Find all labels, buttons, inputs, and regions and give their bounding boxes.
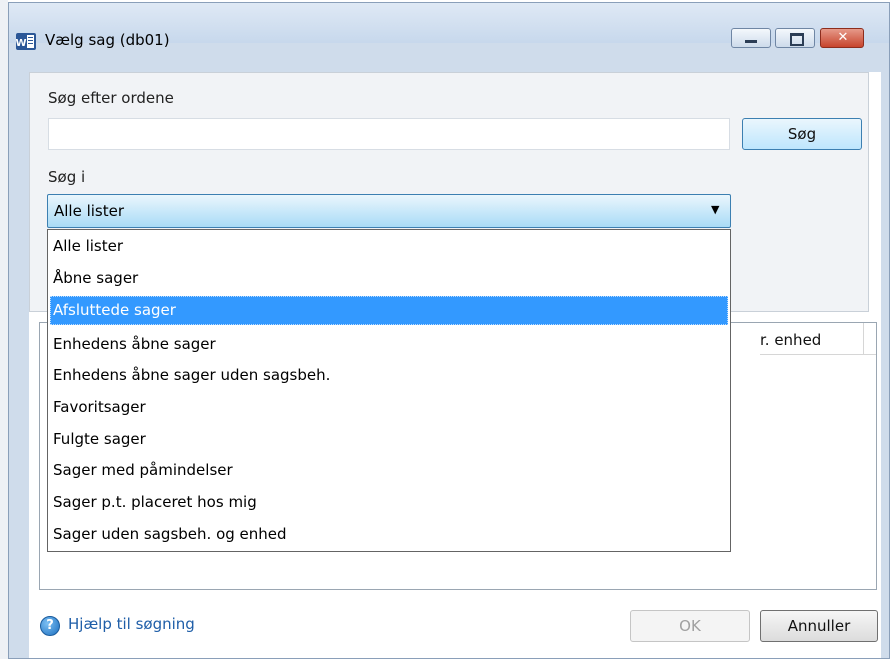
close-icon: ✕ [837,30,849,45]
minimize-icon [745,40,757,43]
cancel-button[interactable]: Annuller [760,610,878,642]
search-scope-dropdown-list[interactable]: Alle lister Åbne sager Afsluttede sager … [47,229,731,552]
dropdown-option[interactable]: Sager uden sagsbeh. og enhed [50,520,728,549]
dropdown-option[interactable]: Alle lister [50,232,728,261]
dropdown-option-highlighted[interactable]: Afsluttede sager [50,296,728,325]
column-header-filler [864,323,876,355]
word-app-icon: W [16,33,36,50]
svg-text:W: W [16,38,27,49]
dropdown-option[interactable]: Enhedens åbne sager [50,330,728,359]
minimize-button[interactable] [731,28,771,48]
close-button[interactable]: ✕ [820,28,864,48]
dropdown-option[interactable]: Favoritsager [50,393,728,422]
dropdown-arrow-icon: ▼ [711,203,720,216]
dropdown-option[interactable]: Sager med påmindelser [50,456,728,485]
search-input[interactable] [48,118,730,150]
column-header-label: r. enhed [760,331,822,349]
dropdown-option[interactable]: Åbne sager [50,264,728,293]
maximize-icon [790,33,804,46]
maximize-button[interactable] [775,28,815,48]
ok-button[interactable]: OK [630,610,750,642]
search-scope-select[interactable]: Alle lister ▼ [47,194,731,228]
dropdown-option[interactable]: Enhedens åbne sager uden sagsbeh. [50,361,728,390]
column-header-enhed[interactable]: r. enhed [760,323,864,355]
help-link[interactable]: Hjælp til søgning [68,615,195,633]
help-icon[interactable]: ? [40,616,60,636]
dropdown-option[interactable]: Sager p.t. placeret hos mig [50,488,728,517]
search-button[interactable]: Søg [742,118,862,150]
window-title: Vælg sag (db01) [45,31,170,49]
dropdown-option[interactable]: Fulgte sager [50,425,728,454]
search-scope-value: Alle lister [54,202,125,220]
search-words-label: Søg efter ordene [48,89,174,107]
left-edge [0,0,8,659]
search-in-label: Søg i [48,168,86,186]
